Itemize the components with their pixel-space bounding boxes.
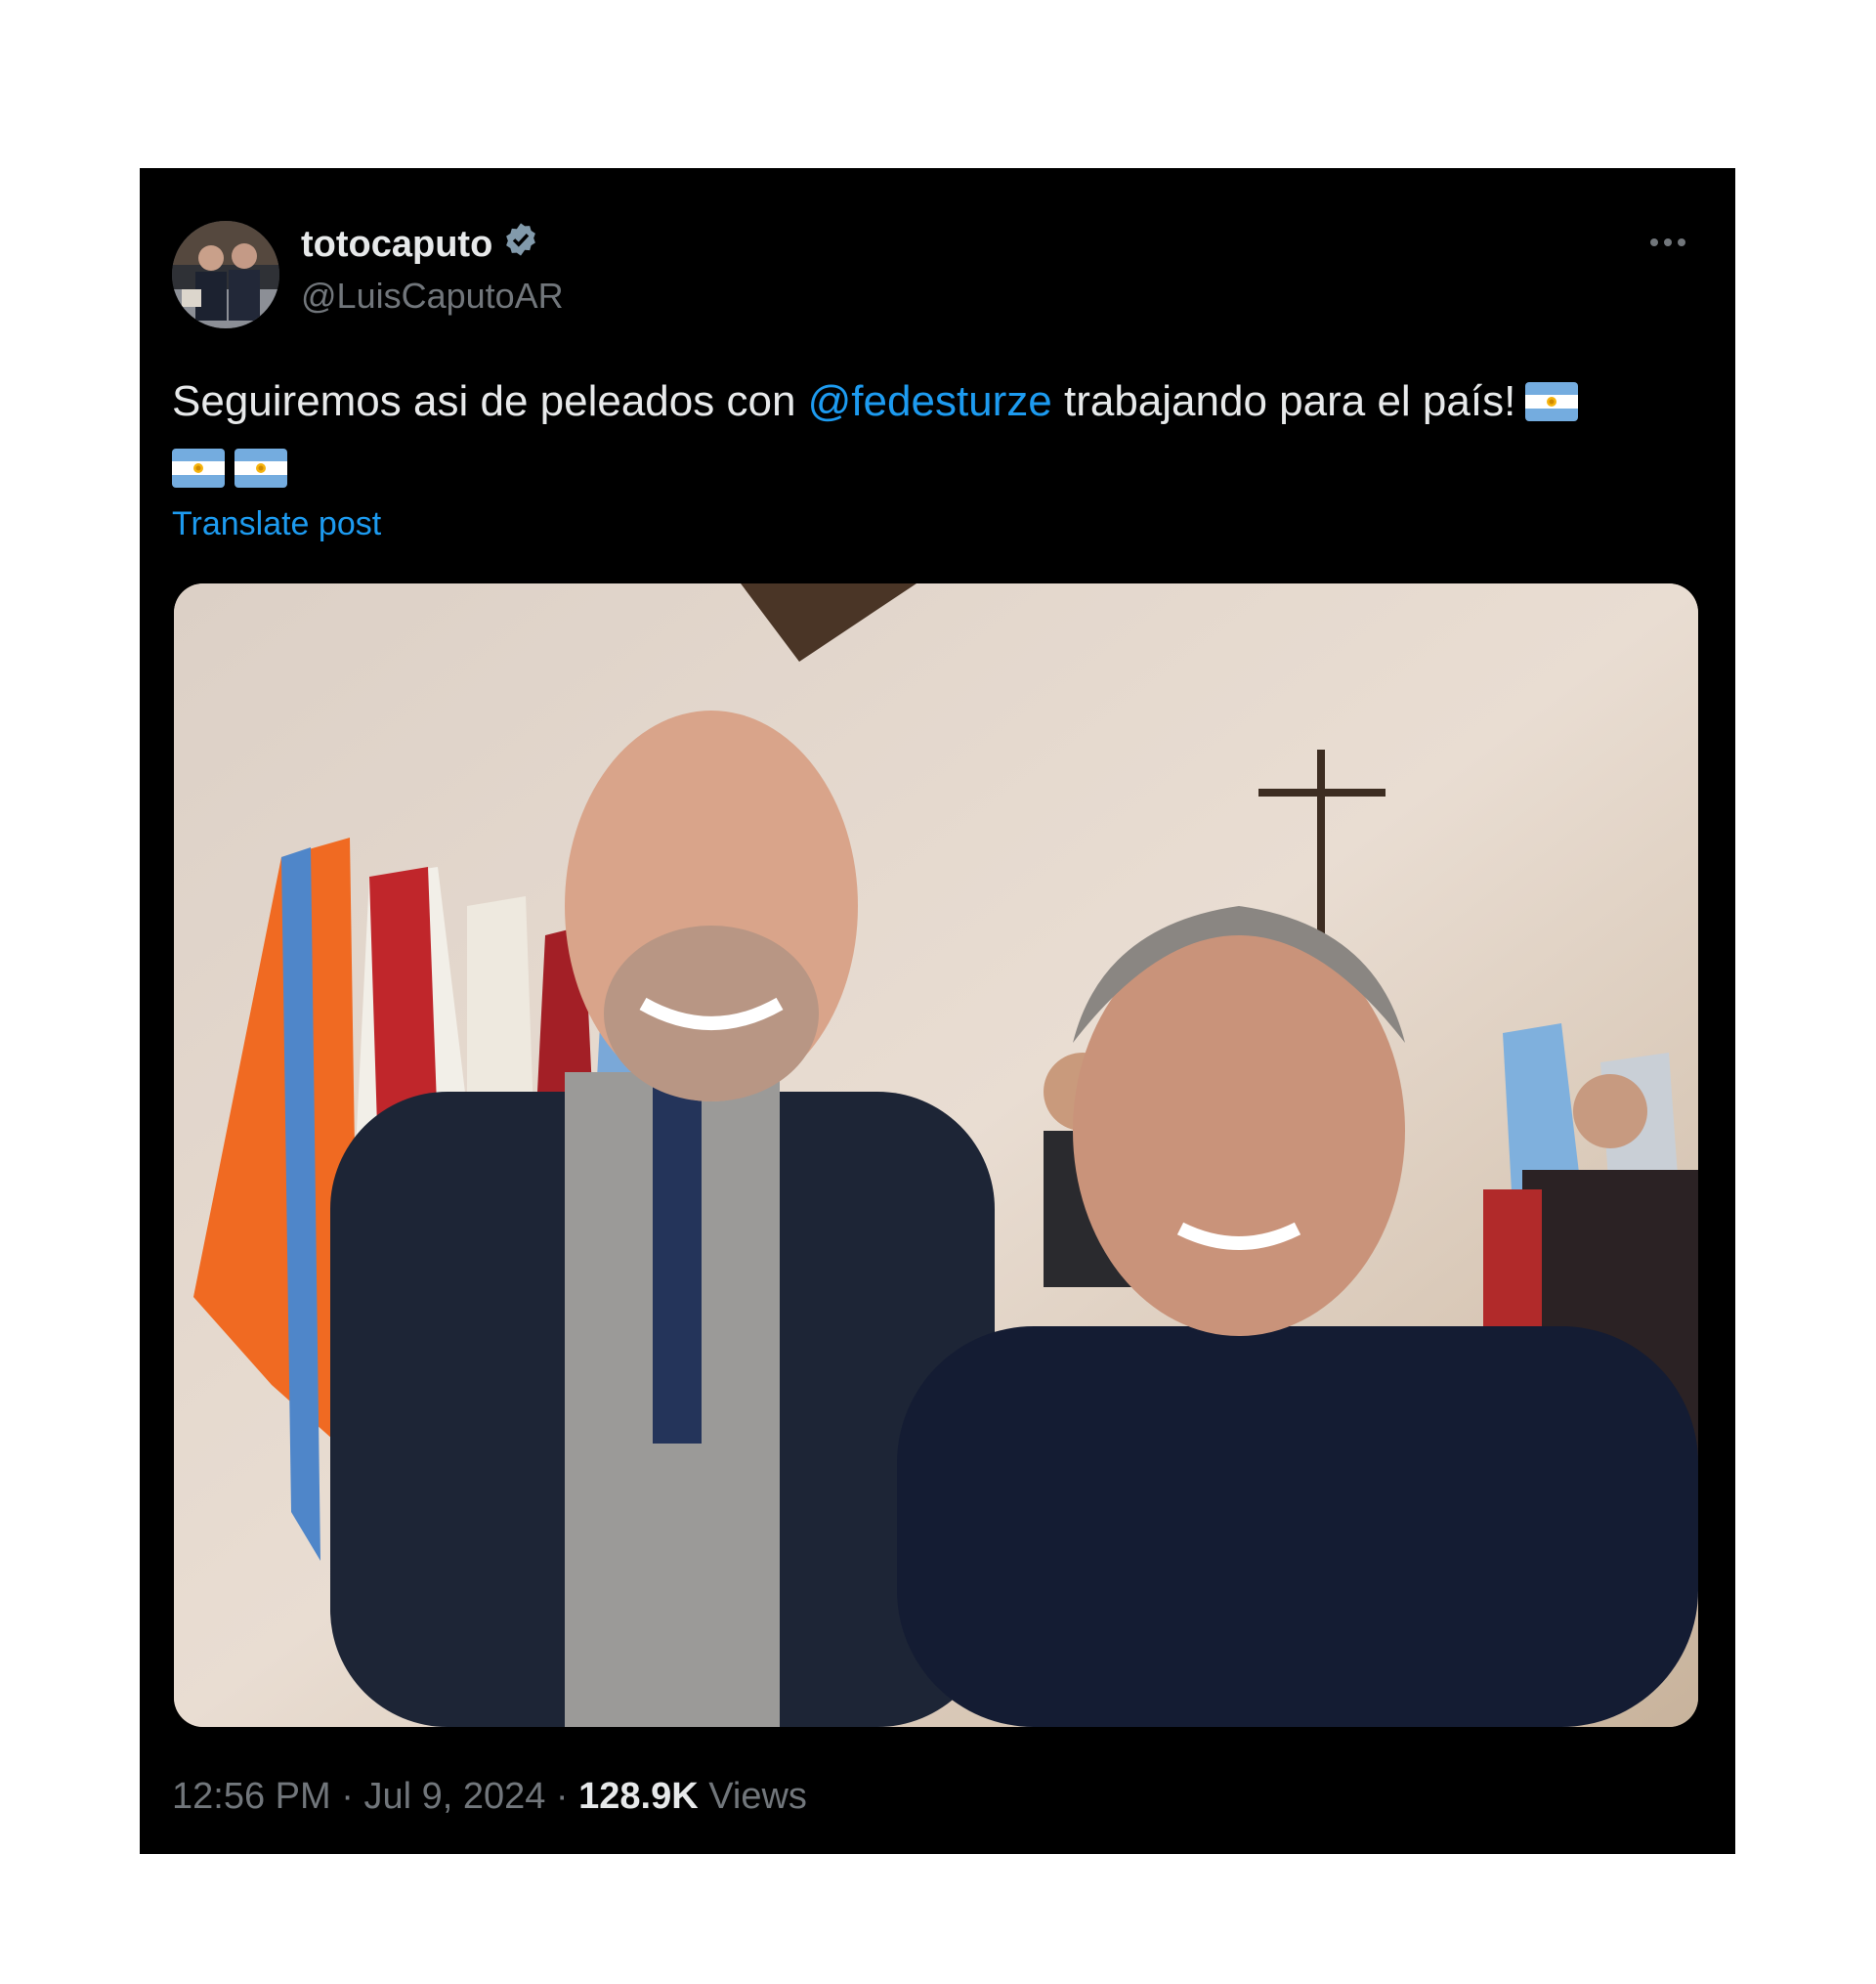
views-count: 128.9K — [578, 1776, 699, 1817]
post-date[interactable]: Jul 9, 2024 — [363, 1776, 545, 1817]
display-name-text: totocaputo — [301, 223, 493, 265]
more-options-icon[interactable] — [1641, 221, 1695, 264]
avatar[interactable] — [172, 221, 279, 328]
post-time[interactable]: 12:56 PM — [172, 1776, 331, 1817]
verified-badge-icon — [502, 221, 539, 268]
flag-argentina-icon — [1525, 382, 1579, 421]
post-photo[interactable] — [174, 583, 1698, 1727]
post-text-end: trabajando para el país! — [1051, 377, 1516, 425]
separator: · — [555, 1776, 569, 1817]
views-label: Views — [708, 1776, 807, 1817]
display-name[interactable]: totocaputo — [301, 221, 539, 268]
separator: · — [341, 1776, 354, 1817]
post-text: Seguiremos asi de peleados con @fedestur… — [172, 368, 1706, 501]
post-meta: 12:56 PM · Jul 9, 2024 · 128.9K Views — [172, 1776, 807, 1818]
post-text-start: Seguiremos asi de peleados con — [172, 377, 808, 425]
mention-link[interactable]: @fedesturze — [808, 377, 1052, 425]
translate-post-link[interactable]: Translate post — [172, 505, 381, 543]
flag-argentina-icon — [172, 449, 225, 488]
user-handle[interactable]: @LuisCaputoAR — [301, 276, 564, 317]
post-card: totocaputo @LuisCaputoAR Seguiremos asi … — [140, 168, 1735, 1854]
flag-argentina-icon — [234, 449, 287, 488]
